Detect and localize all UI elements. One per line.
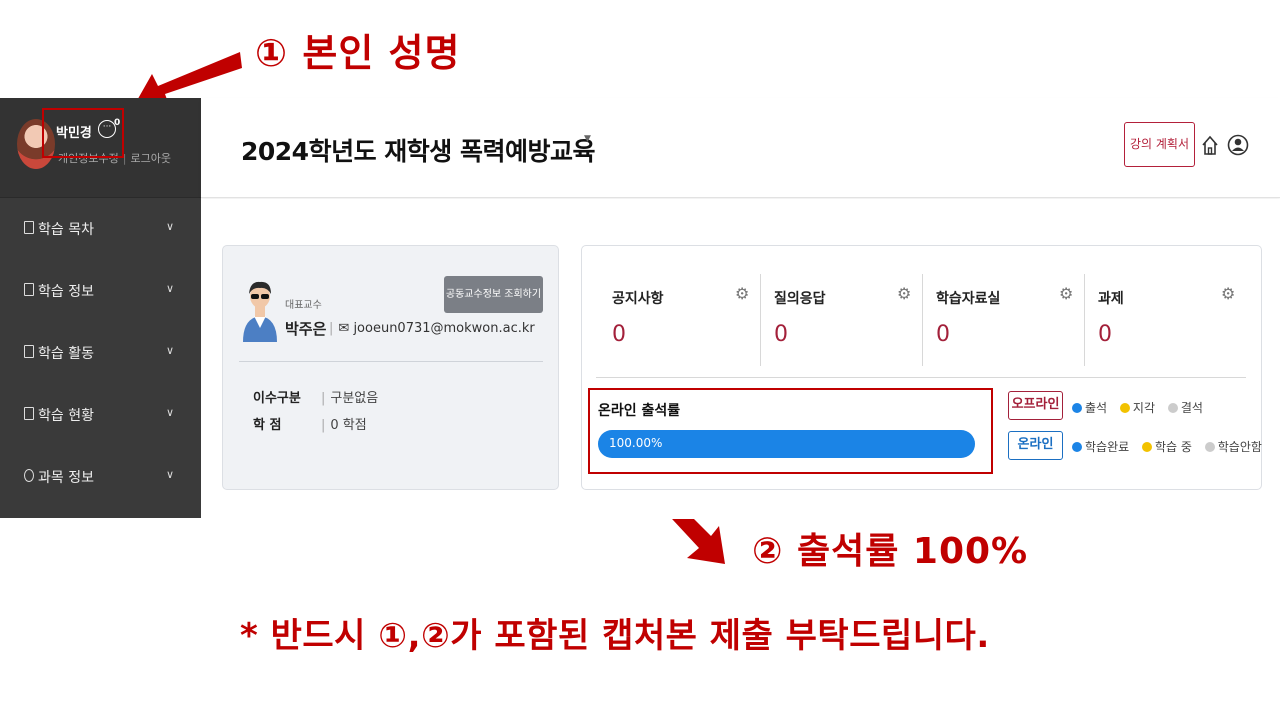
- sidebar-profile: 박민경 ··· 0 개인정보수정 | 로그아웃: [0, 98, 201, 198]
- sidebar-item-toc[interactable]: 학습 목차 ∨: [0, 198, 201, 260]
- dot-complete: [1072, 442, 1082, 452]
- annotation-step1: ① 본인 성명: [255, 31, 461, 75]
- chevron-down-icon: ∨: [166, 220, 175, 233]
- dot-attend: [1072, 403, 1082, 413]
- sidebar-item-status[interactable]: 학습 현황 ∨: [0, 384, 201, 446]
- book-icon: [24, 283, 34, 296]
- legend-label: 결석: [1180, 401, 1203, 415]
- stat-assignments[interactable]: 과제 ⚙ 0: [1068, 274, 1235, 366]
- professor-name: 박주은: [285, 320, 327, 338]
- attendance-rate-text: 100.00%: [609, 436, 663, 450]
- chevron-down-icon: ∨: [166, 468, 175, 481]
- legend-label: 학습안함: [1217, 440, 1262, 454]
- sidebar-item-label: 학습 목차: [38, 222, 94, 238]
- user-account-icon[interactable]: [1227, 133, 1249, 161]
- dot-in-progress: [1142, 442, 1152, 452]
- divider: [596, 377, 1246, 378]
- course-dropdown-caret-icon[interactable]: ▼: [584, 134, 591, 144]
- sidebar-item-course-info[interactable]: 과목 정보 ∨: [0, 446, 201, 508]
- info-value: | 구분없음: [321, 391, 379, 406]
- mail-icon: ✉: [338, 321, 350, 336]
- stat-notices[interactable]: 공지사항 ⚙ 0: [582, 274, 749, 366]
- stat-label: 학습자료실: [936, 291, 1001, 307]
- stat-value: 0: [1098, 322, 1112, 347]
- home-icon[interactable]: [1201, 134, 1219, 160]
- attendance-title: 온라인 출석률: [598, 403, 681, 419]
- co-professor-button[interactable]: 공동교수정보 조회하기: [444, 276, 543, 313]
- legend-label: 학습완료: [1085, 440, 1130, 454]
- sidebar-item-info[interactable]: 학습 정보 ∨: [0, 260, 201, 322]
- chart-document-icon: [24, 407, 34, 420]
- sidebar-item-activity[interactable]: 학습 활동 ∨: [0, 322, 201, 384]
- stat-qna[interactable]: 질의응답 ⚙ 0: [744, 274, 911, 366]
- chevron-down-icon: ∨: [166, 282, 175, 295]
- legend-label: 출석: [1085, 401, 1108, 415]
- stat-value: 0: [774, 322, 788, 347]
- legend-label: 지각: [1132, 401, 1156, 415]
- stat-materials[interactable]: 학습자료실 ⚙ 0: [906, 274, 1073, 366]
- professor-role: 대표교수: [285, 300, 322, 311]
- gear-icon[interactable]: ⚙: [1221, 284, 1235, 303]
- info-icon: [24, 469, 34, 482]
- dot-absent: [1167, 403, 1178, 413]
- name-highlight-box: [42, 108, 124, 158]
- logout-link[interactable]: 로그아웃: [130, 152, 170, 165]
- professor-card: 대표교수 박주은 | ✉ jooeun0731@mokwon.ac.kr 공동교수…: [222, 245, 559, 490]
- annotation-note: * 반드시 ①,②가 포함된 캡처본 제출 부탁드립니다.: [240, 616, 990, 656]
- divider: [239, 361, 543, 362]
- chevron-down-icon: ∨: [166, 406, 175, 419]
- online-tag: 온라인: [1008, 431, 1063, 460]
- course-title[interactable]: 2024학년도 재학생 폭력예방교육: [241, 132, 596, 168]
- professor-email: | ✉ jooeun0731@mokwon.ac.kr: [329, 321, 535, 336]
- sidebar: 박민경 ··· 0 개인정보수정 | 로그아웃 학습 목차 ∨ 학습 정보 ∨ 학습…: [0, 98, 201, 518]
- legend-label: 학습 중: [1155, 440, 1192, 454]
- attendance-progress-bar: 100.00%: [598, 430, 975, 458]
- sidebar-item-label: 과목 정보: [38, 470, 94, 486]
- professor-avatar-icon: [241, 276, 279, 346]
- sidebar-item-label: 학습 정보: [38, 284, 94, 300]
- stat-label: 과제: [1098, 291, 1124, 307]
- annotation-step2: ② 출석률 100%: [752, 531, 1029, 572]
- header: 2024학년도 재학생 폭력예방교육 ▼ 강의 계획서: [201, 98, 1280, 198]
- stat-label: 질의응답: [774, 291, 826, 307]
- dot-not-started: [1204, 442, 1215, 452]
- sidebar-item-label: 학습 활동: [38, 346, 94, 362]
- info-value: | 0 학점: [321, 418, 367, 433]
- chevron-down-icon: ∨: [166, 344, 175, 357]
- offline-legend: 출석 지각 결석: [1072, 399, 1212, 416]
- offline-tag: 오프라인: [1008, 391, 1063, 420]
- stat-label: 공지사항: [612, 291, 664, 307]
- stat-value: 0: [612, 322, 626, 347]
- professor-email-text[interactable]: jooeun0731@mokwon.ac.kr: [353, 321, 534, 336]
- info-label: 학 점: [253, 418, 282, 433]
- stat-value: 0: [936, 322, 950, 347]
- dot-late: [1119, 403, 1130, 413]
- online-legend: 학습완료 학습 중 학습안함: [1072, 438, 1271, 455]
- info-label: 이수구분: [253, 391, 301, 406]
- edit-document-icon: [24, 345, 34, 358]
- syllabus-button[interactable]: 강의 계획서: [1124, 122, 1195, 167]
- sidebar-item-label: 학습 현황: [38, 408, 94, 424]
- document-icon: [24, 221, 34, 234]
- stats-card: 공지사항 ⚙ 0 질의응답 ⚙ 0 학습자료실 ⚙ 0 과제 ⚙ 0 온라인 출…: [581, 245, 1262, 490]
